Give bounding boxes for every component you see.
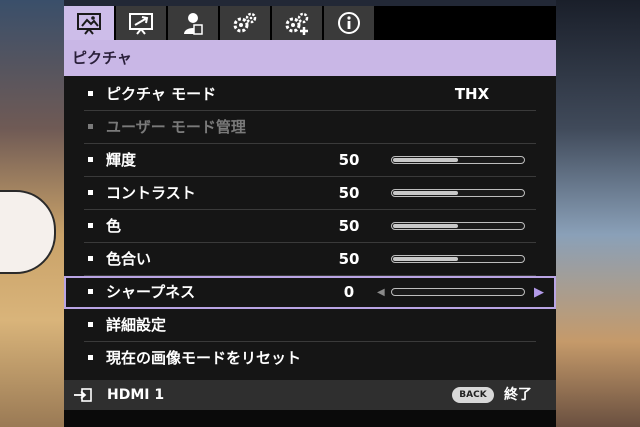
row-tint[interactable]: 色合い 50 [64, 243, 556, 276]
bullet [88, 124, 93, 129]
slider-fill [393, 191, 458, 195]
increase-arrow-icon[interactable]: ▶ [534, 285, 544, 300]
slider-fill [393, 224, 458, 228]
input-source-icon [74, 388, 92, 402]
tab-picture[interactable] [64, 6, 116, 40]
tint-slider[interactable] [391, 255, 525, 263]
background-bottom [64, 410, 556, 427]
footer-bar: HDMI 1 BACK 終了 [64, 380, 556, 410]
row-label: 輝度 [106, 151, 137, 169]
tab-display[interactable] [116, 6, 168, 40]
row-contrast[interactable]: コントラスト 50 [64, 177, 556, 210]
picture-icon [77, 13, 101, 35]
advanced-setup-icon [285, 12, 309, 35]
information-icon [338, 12, 360, 34]
row-advanced-settings[interactable]: 詳細設定 [64, 309, 556, 342]
row-user-mode-management: ユーザー モード管理 [64, 111, 556, 144]
tab-user[interactable] [168, 6, 220, 40]
background-photo-right [556, 0, 640, 427]
background-sleeve [0, 190, 56, 274]
row-value: 50 [338, 250, 360, 268]
bullet [88, 355, 93, 360]
row-value: 50 [338, 151, 360, 169]
row-value: 0 [343, 283, 355, 301]
row-value: THX [454, 85, 490, 103]
bullet [88, 190, 93, 195]
tab-information[interactable] [324, 6, 376, 40]
background-photo-left [0, 0, 64, 427]
row-reset-picture-mode[interactable]: 現在の画像モードをリセット [64, 342, 556, 375]
tab-system-setup[interactable] [220, 6, 272, 40]
slider-fill [393, 158, 458, 162]
bullet [88, 289, 93, 294]
row-label: 現在の画像モードをリセット [106, 349, 302, 367]
row-brightness[interactable]: 輝度 50 [64, 144, 556, 177]
display-icon [129, 13, 153, 35]
sharpness-slider[interactable] [391, 288, 525, 296]
row-label: 詳細設定 [106, 316, 167, 334]
row-label: 色 [106, 217, 122, 235]
back-button[interactable]: BACK [452, 387, 494, 403]
color-slider[interactable] [391, 222, 525, 230]
row-label: ピクチャ モード [106, 85, 217, 103]
bullet [88, 157, 93, 162]
row-label: ユーザー モード管理 [106, 118, 246, 136]
menu-tabs [64, 6, 556, 40]
row-label: 色合い [106, 250, 152, 268]
exit-label: 終了 [504, 387, 532, 403]
osd-menu: ピクチャ ピクチャ モード THX ユーザー モード管理 輝度 50 コントラス… [64, 6, 556, 410]
slider-fill [393, 257, 458, 261]
contrast-slider[interactable] [391, 189, 525, 197]
tab-advanced-setup[interactable] [272, 6, 324, 40]
brightness-slider[interactable] [391, 156, 525, 164]
page-title: ピクチャ [64, 40, 556, 76]
row-label: コントラスト [106, 184, 196, 202]
row-picture-mode[interactable]: ピクチャ モード THX [64, 78, 556, 111]
row-sharpness[interactable]: シャープネス 0 ◀ ▶ [64, 276, 556, 309]
row-color[interactable]: 色 50 [64, 210, 556, 243]
bullet [88, 91, 93, 96]
bullet [88, 322, 93, 327]
row-value: 50 [338, 184, 360, 202]
system-setup-icon [233, 12, 257, 33]
row-label: シャープネス [106, 283, 196, 301]
decrease-arrow-icon[interactable]: ◀ [377, 287, 385, 298]
user-icon [184, 13, 203, 35]
input-source-label: HDMI 1 [107, 387, 165, 403]
row-value: 50 [338, 217, 360, 235]
bullet [88, 256, 93, 261]
bullet [88, 223, 93, 228]
